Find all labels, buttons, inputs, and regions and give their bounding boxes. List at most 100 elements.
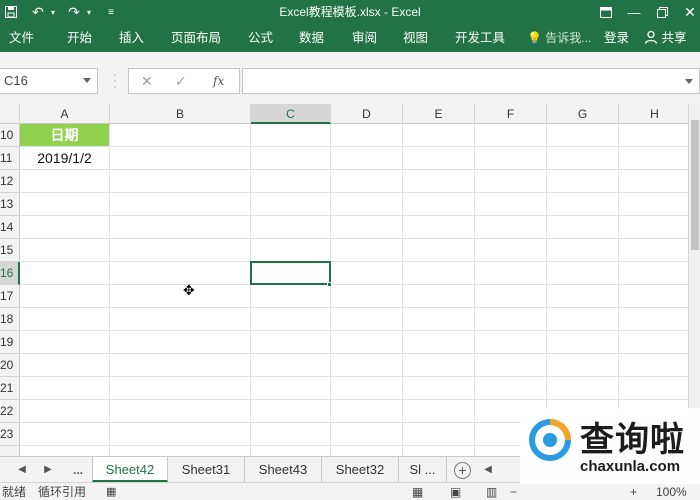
sheet-tab-sheet43[interactable]: Sheet43 xyxy=(245,457,322,482)
name-box[interactable]: C16 xyxy=(0,68,98,94)
row-header[interactable]: 23 xyxy=(0,423,20,446)
row-header[interactable]: 15 xyxy=(0,239,20,262)
login-link[interactable]: 登录 xyxy=(604,24,629,52)
row-header[interactable]: 20 xyxy=(0,354,20,377)
name-box-value: C16 xyxy=(4,73,28,88)
next-sheet-icon[interactable]: ▶ xyxy=(40,457,56,483)
formula-input[interactable] xyxy=(242,68,700,94)
tab-formulas[interactable]: 公式 xyxy=(248,24,273,52)
column-headers: A B C D E F G H xyxy=(0,104,700,124)
tab-page-layout[interactable]: 页面布局 xyxy=(171,24,221,52)
tab-view[interactable]: 视图 xyxy=(403,24,428,52)
row-header[interactable]: 22 xyxy=(0,400,20,423)
ribbon-display-icon[interactable] xyxy=(592,0,620,24)
magnifier-logo-icon xyxy=(529,419,571,461)
gridline xyxy=(20,215,692,216)
tell-me-box[interactable]: 💡 告诉我... xyxy=(527,24,591,52)
gridline xyxy=(330,124,331,456)
close-icon[interactable]: ✕ xyxy=(676,0,700,24)
gridline xyxy=(618,124,619,456)
row-header[interactable]: 12 xyxy=(0,170,20,193)
gridline xyxy=(20,238,692,239)
gridline xyxy=(20,169,692,170)
formula-buttons: ✕ ✓ fx xyxy=(128,68,240,94)
cell-area[interactable]: 日期 2019/1/2 ✥ xyxy=(20,124,692,456)
gridline xyxy=(20,330,692,331)
column-header-f[interactable]: F xyxy=(475,104,547,124)
tab-data[interactable]: 数据 xyxy=(299,24,324,52)
minimize-icon[interactable]: — xyxy=(620,0,648,24)
tab-insert[interactable]: 插入 xyxy=(119,24,144,52)
expand-formula-icon[interactable] xyxy=(685,79,693,84)
tab-home[interactable]: 开始 xyxy=(67,24,92,52)
formula-bar-grip[interactable]: · · · xyxy=(113,70,117,93)
cancel-icon[interactable]: ✕ xyxy=(141,69,153,93)
gridline xyxy=(20,353,692,354)
column-header-c[interactable]: C xyxy=(251,104,331,124)
tab-file[interactable]: 文件 xyxy=(9,24,34,52)
row-header[interactable]: 21 xyxy=(0,377,20,400)
share-button[interactable]: 共享 xyxy=(644,24,687,52)
cell-a11[interactable]: 2019/1/2 xyxy=(20,147,109,170)
normal-view-icon[interactable]: ▦ xyxy=(412,483,423,500)
lightbulb-icon: 💡 xyxy=(527,31,542,45)
add-sheet-button[interactable]: + xyxy=(454,462,471,479)
title-bar: ↶ ▾ ↷ ▾ ≡ Excel教程模板.xlsx - Excel — ✕ xyxy=(0,0,700,24)
zoom-level[interactable]: 100% xyxy=(656,483,687,500)
share-label: 共享 xyxy=(661,31,687,45)
fill-handle[interactable] xyxy=(327,282,332,287)
maximize-icon[interactable] xyxy=(648,0,676,24)
sheet-tab-sheet42[interactable]: Sheet42 xyxy=(92,457,168,482)
sheet-tab-sheet31[interactable]: Sheet31 xyxy=(168,457,245,482)
sheet-tab-overflow[interactable]: Sl ... xyxy=(399,457,447,482)
row-header[interactable]: 18 xyxy=(0,308,20,331)
tab-developer[interactable]: 开发工具 xyxy=(455,24,505,52)
row-header[interactable]: 13 xyxy=(0,193,20,216)
column-header-d[interactable]: D xyxy=(331,104,403,124)
worksheet-grid: A B C D E F G H 10 11 12 13 14 15 16 17 … xyxy=(0,104,700,456)
insert-function-icon[interactable]: fx xyxy=(213,69,224,93)
column-header-g[interactable]: G xyxy=(547,104,619,124)
gridline xyxy=(20,307,692,308)
gridline xyxy=(546,124,547,456)
gridline xyxy=(109,124,110,456)
row-header-selected[interactable]: 16 xyxy=(0,262,20,285)
gridline xyxy=(20,192,692,193)
person-icon xyxy=(644,30,661,45)
enter-icon[interactable]: ✓ xyxy=(175,69,187,93)
page-layout-view-icon[interactable]: ▣ xyxy=(450,483,461,500)
sheet-tab-sheet32[interactable]: Sheet32 xyxy=(322,457,399,482)
formula-bar: C16 · · · ✕ ✓ fx xyxy=(0,52,700,104)
zoom-in-icon[interactable]: + xyxy=(630,483,637,500)
page-break-view-icon[interactable]: ▥ xyxy=(486,483,497,500)
name-box-dropdown-icon[interactable] xyxy=(83,78,91,83)
prev-sheet-icon[interactable]: ◀ xyxy=(14,457,30,483)
gridline xyxy=(20,284,692,285)
vertical-scrollbar[interactable] xyxy=(688,104,700,456)
row-header[interactable]: 11 xyxy=(0,147,20,170)
scrollbar-thumb[interactable] xyxy=(691,120,699,250)
tell-me-label: 告诉我... xyxy=(545,31,592,45)
more-sheets-button[interactable]: ... xyxy=(68,457,88,483)
zoom-out-icon[interactable]: − xyxy=(510,483,517,500)
column-header-e[interactable]: E xyxy=(403,104,475,124)
column-header-a[interactable]: A xyxy=(20,104,110,124)
tab-review[interactable]: 审阅 xyxy=(352,24,377,52)
select-all-corner[interactable] xyxy=(0,104,20,124)
row-header[interactable]: 10 xyxy=(0,124,20,147)
cell-a10[interactable]: 日期 xyxy=(20,124,109,146)
ribbon-tabs: 文件 开始 插入 页面布局 公式 数据 审阅 视图 开发工具 💡 告诉我... … xyxy=(0,24,700,52)
watermark: 查询啦 chaxunla.com xyxy=(520,408,700,484)
column-header-h[interactable]: H xyxy=(619,104,691,124)
gridline xyxy=(20,261,692,262)
gridline xyxy=(402,124,403,456)
row-header[interactable]: 14 xyxy=(0,216,20,239)
row-header[interactable]: 19 xyxy=(0,331,20,354)
row-headers: 10 11 12 13 14 15 16 17 18 19 20 21 22 2… xyxy=(0,124,20,456)
row-header[interactable]: 17 xyxy=(0,285,20,308)
macro-record-icon[interactable]: ▦ xyxy=(106,483,116,500)
scroll-left-icon[interactable]: ◀ xyxy=(480,457,496,483)
column-header-b[interactable]: B xyxy=(110,104,251,124)
active-cell[interactable] xyxy=(250,261,331,285)
status-circular: 循环引用 xyxy=(38,485,87,499)
